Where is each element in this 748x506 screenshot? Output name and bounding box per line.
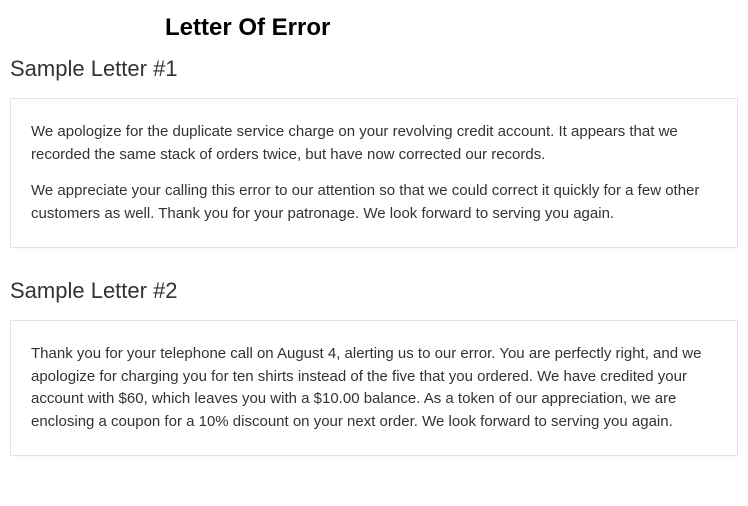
letter-paragraph: We appreciate your calling this error to… <box>31 180 717 225</box>
page-title: Letter Of Error <box>165 14 738 42</box>
section-heading-1: Sample Letter #1 <box>10 56 738 82</box>
letter-box-2: Thank you for your telephone call on Aug… <box>10 320 738 456</box>
letter-paragraph: Thank you for your telephone call on Aug… <box>31 343 717 433</box>
letter-paragraph: We apologize for the duplicate service c… <box>31 121 717 166</box>
section-heading-2: Sample Letter #2 <box>10 278 738 304</box>
letter-box-1: We apologize for the duplicate service c… <box>10 98 738 248</box>
